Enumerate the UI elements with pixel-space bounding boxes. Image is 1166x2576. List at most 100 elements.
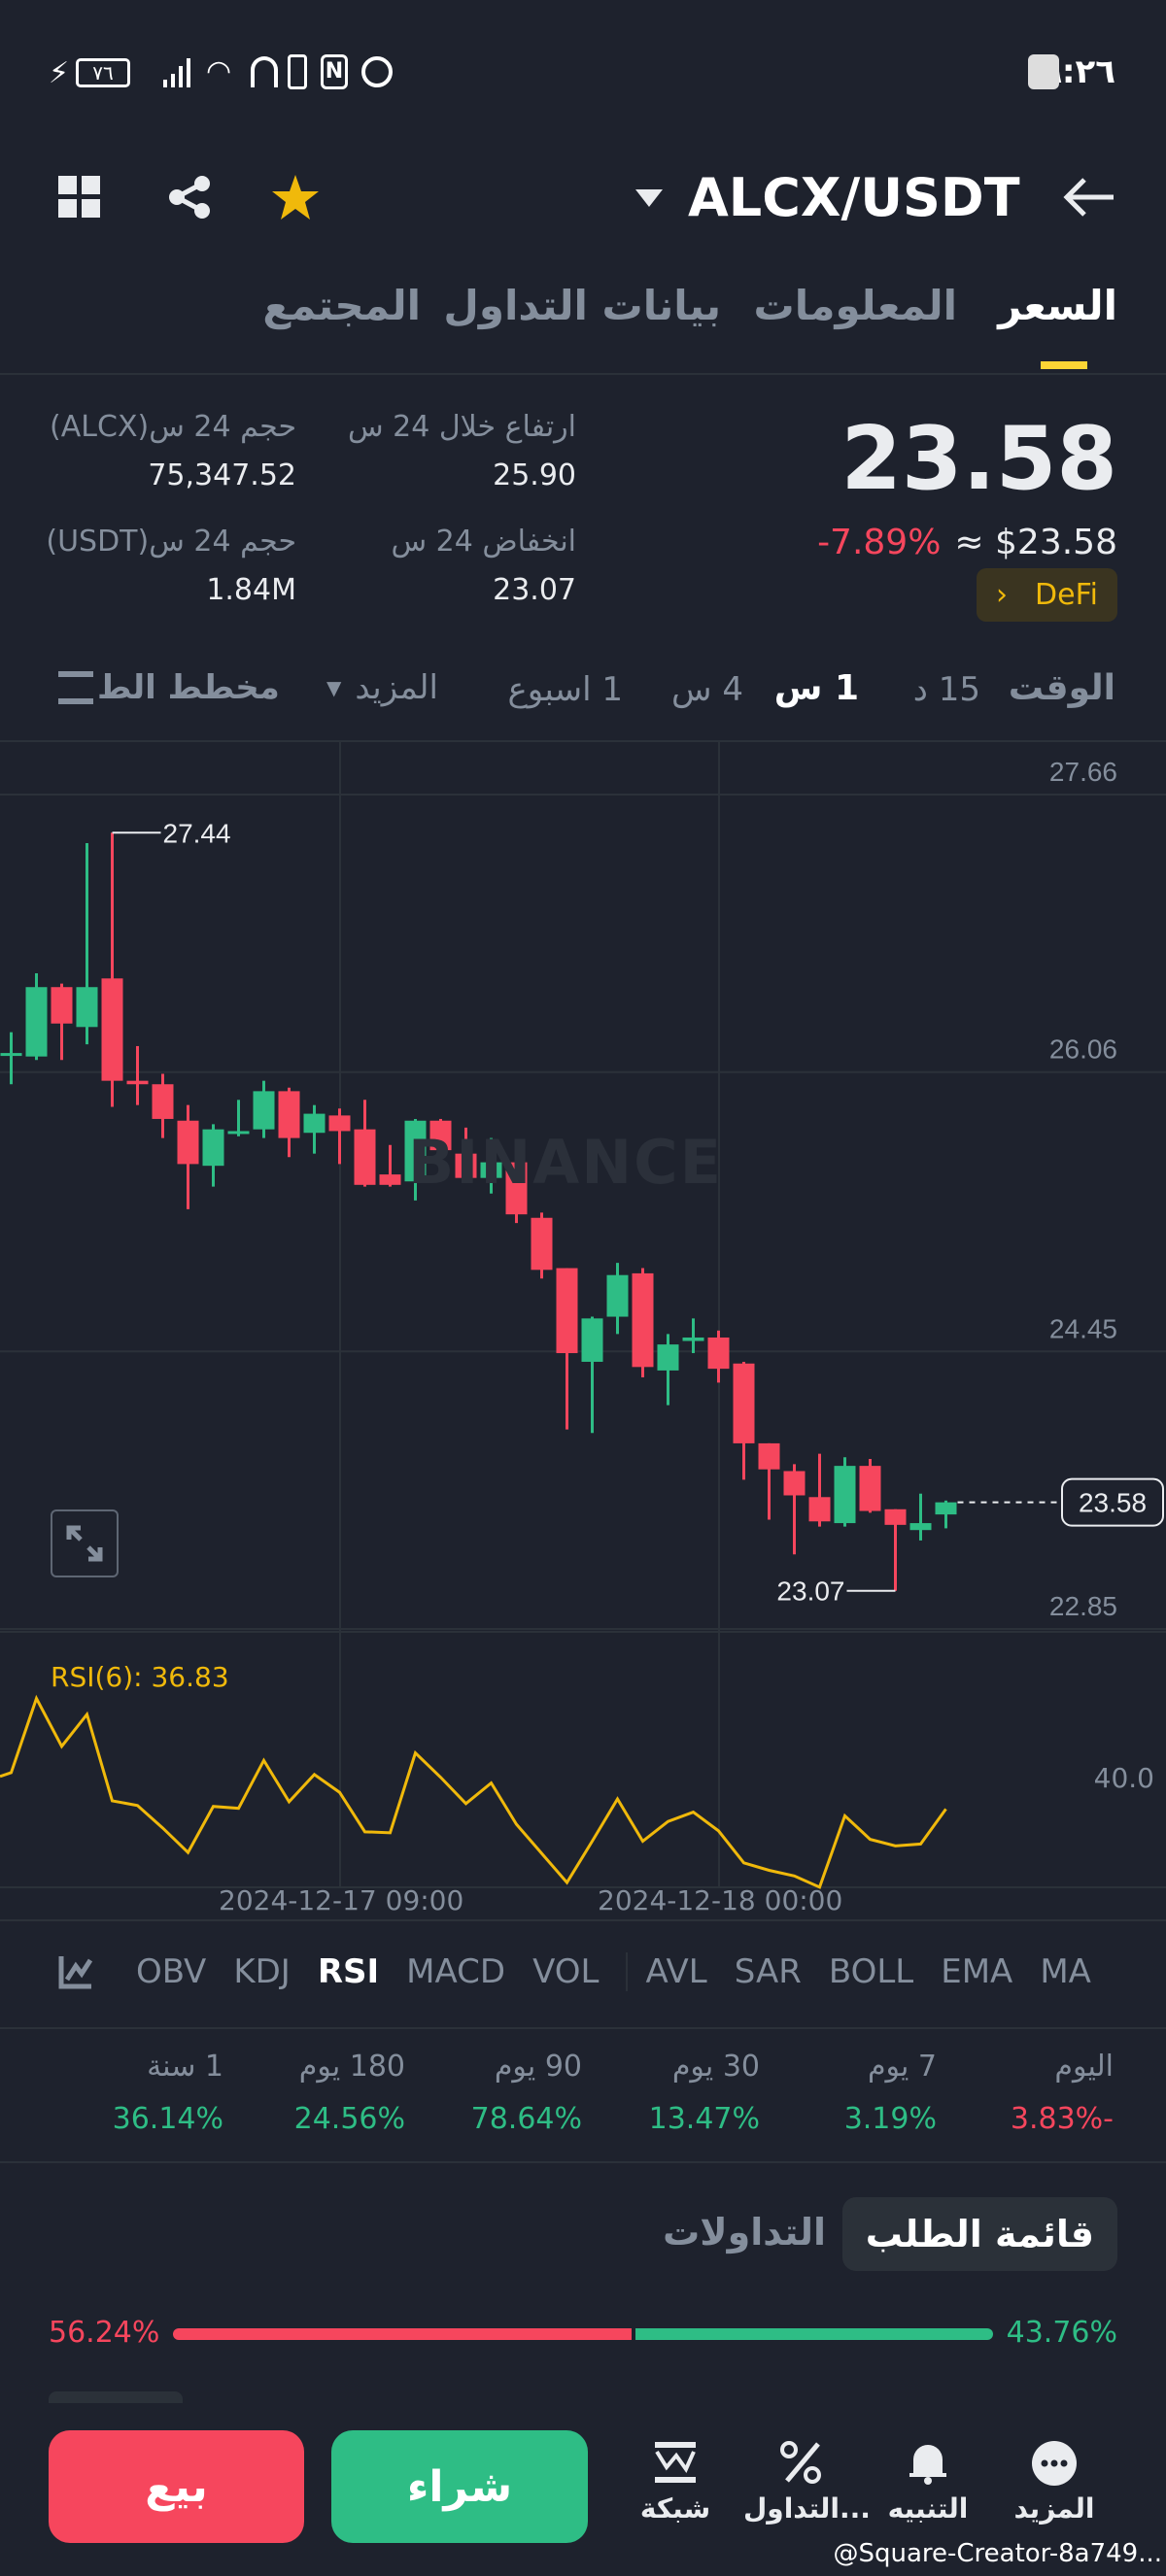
candle-down xyxy=(733,1363,755,1443)
candle-down xyxy=(556,1268,578,1354)
candle-up xyxy=(606,1274,629,1317)
indicator-tab-sar[interactable]: SAR xyxy=(735,1952,802,1991)
divider xyxy=(0,2027,1166,2029)
timeframe-1w[interactable]: 1 اسبوع xyxy=(508,670,624,709)
candlestick-chart[interactable]: 27.66 26.06 24.45 22.85 27.44 23.07 23.58 xyxy=(0,742,1166,1917)
performance-period-label: 180 يوم xyxy=(298,2050,405,2084)
price-change-row: -7.89% ≈ $23.58 xyxy=(817,523,1117,562)
rsi-tick-label: 40.0 xyxy=(1093,1762,1154,1794)
candle-down xyxy=(177,1120,199,1165)
candle-down xyxy=(783,1471,806,1496)
indicator-tab-kdj[interactable]: KDJ xyxy=(233,1952,291,1991)
indicator-tab-avl[interactable]: AVL xyxy=(645,1952,706,1991)
back-arrow-icon xyxy=(1063,178,1114,217)
headphones-icon xyxy=(251,56,278,87)
tab-price[interactable]: السعر xyxy=(998,282,1117,329)
candle-down xyxy=(884,1508,907,1525)
alert-button[interactable]: التنبيه xyxy=(879,2440,977,2525)
indicator-tab-obv[interactable]: OBV xyxy=(136,1952,206,1991)
candle-down xyxy=(859,1466,881,1511)
buy-sell-ratio-bar xyxy=(173,2328,993,2340)
candle-down xyxy=(808,1497,831,1522)
more-dots-icon xyxy=(1032,2441,1077,2486)
back-button[interactable] xyxy=(1061,177,1115,218)
sell-button[interactable]: بيع xyxy=(49,2430,304,2543)
timeframe-4h[interactable]: 4 س xyxy=(671,670,743,709)
y-axis-label: 24.45 xyxy=(1049,1313,1117,1343)
candle-down xyxy=(531,1217,553,1271)
trade-button[interactable]: التداول... xyxy=(743,2440,871,2525)
candle-down xyxy=(126,1080,149,1085)
pair-name: ALCX/USDT xyxy=(688,166,1020,228)
depth-precision-stub[interactable] xyxy=(49,2391,183,2403)
share-button[interactable] xyxy=(167,175,212,220)
candle-up xyxy=(76,987,98,1028)
candle-up xyxy=(303,1113,326,1134)
tab-active-underline xyxy=(1041,361,1087,369)
last-price-label: 23.58 xyxy=(1079,1488,1147,1518)
candle-down xyxy=(354,1129,376,1185)
grid-menu-button[interactable] xyxy=(58,176,101,219)
indicator-settings-button[interactable] xyxy=(58,1954,93,1989)
favorite-button[interactable] xyxy=(270,173,321,221)
price-usd: ≈ $23.58 xyxy=(954,523,1117,562)
tab-trades[interactable]: التداولات xyxy=(663,2211,826,2254)
alert-label: التنبيه xyxy=(887,2492,969,2525)
divider xyxy=(0,2161,1166,2163)
pair-selector[interactable]: ALCX/USDT xyxy=(634,166,1020,228)
candle-up xyxy=(581,1318,603,1362)
category-tag[interactable]: › DeFi xyxy=(977,568,1117,622)
indicator-tab-ema[interactable]: EMA xyxy=(941,1952,1012,1991)
buy-button[interactable]: شراء xyxy=(331,2430,588,2543)
caret-down-icon xyxy=(635,189,663,207)
candle-down xyxy=(379,1174,401,1185)
indicator-tab-vol[interactable]: VOL xyxy=(532,1952,599,1991)
timeframe-15m[interactable]: 15 د xyxy=(913,670,980,709)
divider xyxy=(0,373,1166,375)
candle-down xyxy=(51,987,73,1024)
more-button[interactable]: المزيد xyxy=(1006,2440,1103,2525)
depth-chart-icon xyxy=(58,671,93,704)
indicator-separator xyxy=(626,1952,629,1991)
vol-quote-value: 1.84M xyxy=(206,573,296,607)
candle-down xyxy=(328,1115,351,1132)
sell-ratio-fill xyxy=(173,2328,633,2340)
tab-trading-data[interactable]: بيانات التداول xyxy=(443,282,721,329)
vol-base-value: 75,347.52 xyxy=(148,458,296,492)
indicator-tab-rsi[interactable]: RSI xyxy=(318,1952,379,1991)
star-icon xyxy=(272,175,319,220)
performance-period-label: اليوم xyxy=(1054,2050,1114,2084)
divider xyxy=(0,1919,1166,1921)
trade-label: التداول... xyxy=(743,2492,871,2525)
bell-icon xyxy=(909,2445,946,2485)
candle-up xyxy=(253,1091,275,1130)
indicator-tab-ma[interactable]: MA xyxy=(1040,1952,1091,1991)
tab-order-book[interactable]: قائمة الطلب xyxy=(841,2197,1117,2271)
candle-down xyxy=(101,978,123,1081)
performance-value: 78.64% xyxy=(470,2102,582,2136)
performance-value: 24.56% xyxy=(293,2102,405,2136)
timeframe-more[interactable]: ▼ المزيد xyxy=(326,668,438,707)
performance-period-label: 1 سنة xyxy=(147,2050,223,2084)
tab-info[interactable]: المعلومات xyxy=(754,282,958,329)
percent-trade-icon xyxy=(780,2441,821,2484)
y-axis-label: 27.66 xyxy=(1049,757,1117,787)
y-axis-label: 22.85 xyxy=(1049,1591,1117,1621)
fullscreen-button[interactable] xyxy=(51,1509,119,1577)
depth-chart-button[interactable]: مخطط الط xyxy=(58,668,280,707)
candle-up xyxy=(909,1523,932,1531)
tab-community[interactable]: المجتمع xyxy=(262,282,421,329)
indicator-tab-macd[interactable]: MACD xyxy=(406,1952,505,1991)
candle-up xyxy=(202,1129,224,1167)
timeframe-1h[interactable]: 1 س xyxy=(774,668,859,708)
creator-watermark: @Square-Creator-8a749... xyxy=(833,2539,1162,2568)
grid-trading-button[interactable]: شبكة xyxy=(627,2440,724,2525)
x-axis-label: 2024-12-18 00:00 xyxy=(598,1884,843,1916)
expand-icon xyxy=(66,1525,103,1562)
low-marker-label: 23.07 xyxy=(776,1576,844,1607)
speed-icon xyxy=(361,56,393,87)
high-24h-value: 25.90 xyxy=(493,458,576,492)
caret-down-icon: ▼ xyxy=(326,676,342,699)
sell-percent: 56.24% xyxy=(49,2316,160,2350)
indicator-tab-boll[interactable]: BOLL xyxy=(829,1952,913,1991)
